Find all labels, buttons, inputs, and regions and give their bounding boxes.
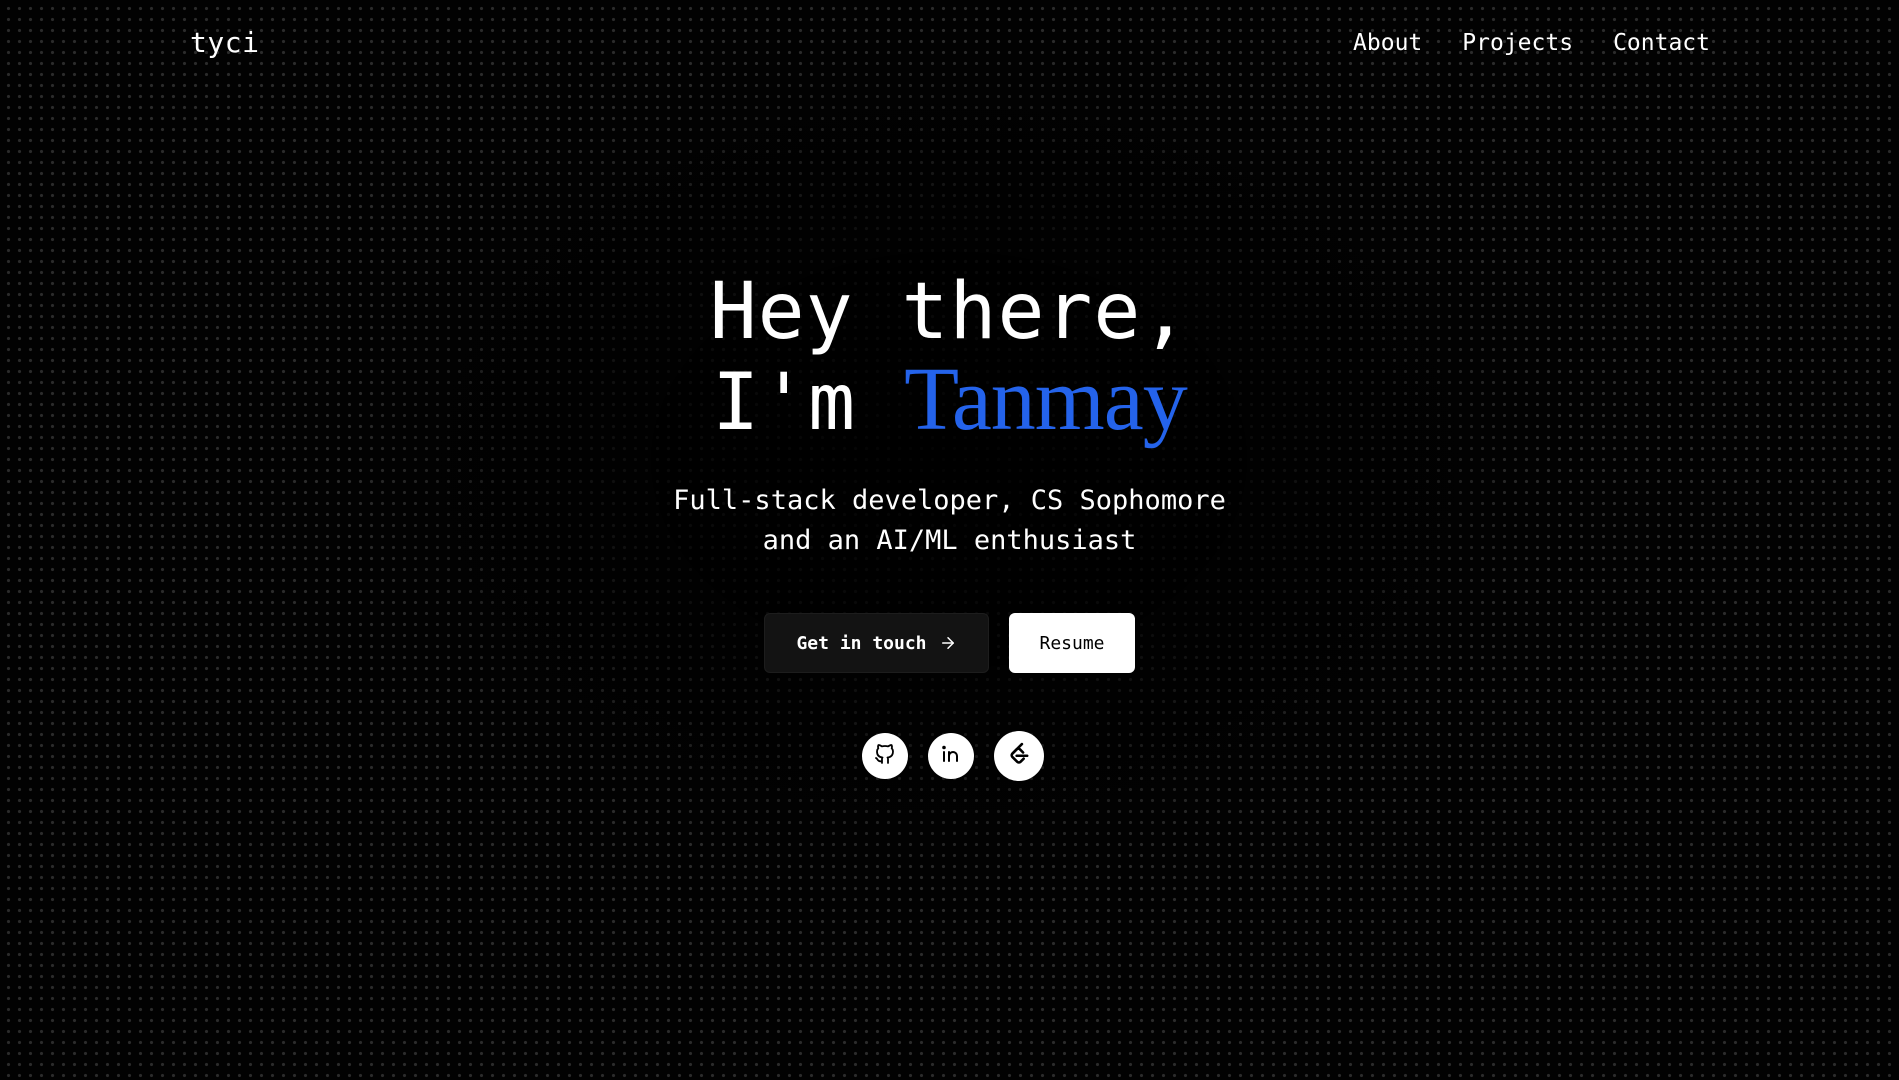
- leetcode-icon: [1005, 740, 1033, 772]
- hero-headline: Hey there, I'm Tanmay: [0, 268, 1899, 447]
- linkedin-link[interactable]: [927, 733, 974, 779]
- github-link[interactable]: [861, 733, 908, 779]
- social-links: [0, 731, 1899, 781]
- get-in-touch-label: Get in touch: [796, 632, 927, 654]
- hero-subtitle-line-2: and an AI/ML enthusiast: [762, 525, 1137, 556]
- resume-button[interactable]: Resume: [1009, 613, 1135, 673]
- page: tyci About Projects Contact Hey there, I…: [0, 0, 1899, 1080]
- arrow-right-icon: [939, 634, 957, 652]
- linkedin-icon: [939, 742, 963, 770]
- hero-section: Hey there, I'm Tanmay Full-stack develop…: [0, 268, 1899, 781]
- hero-intro-line: I'm Tanmay: [0, 355, 1899, 448]
- site-logo[interactable]: tyci: [190, 26, 259, 59]
- hero-subtitle-line-1: Full-stack developer, CS Sophomore: [673, 485, 1226, 516]
- hero-greeting: Hey there,: [709, 267, 1190, 357]
- nav-link-contact[interactable]: Contact: [1613, 30, 1710, 56]
- nav-link-about[interactable]: About: [1353, 30, 1422, 56]
- nav-link-projects[interactable]: Projects: [1462, 30, 1573, 56]
- leetcode-link[interactable]: [993, 731, 1044, 781]
- get-in-touch-button[interactable]: Get in touch: [764, 613, 989, 673]
- hero-subtitle: Full-stack developer, CS Sophomore and a…: [0, 481, 1899, 561]
- hero-greeting-prefix: I'm: [712, 358, 857, 448]
- nav-links: About Projects Contact: [1353, 30, 1710, 56]
- hero-name: Tanmay: [904, 350, 1188, 449]
- github-icon: [873, 742, 897, 770]
- top-nav: tyci About Projects Contact: [0, 0, 1899, 90]
- hero-actions: Get in touch Resume: [0, 613, 1899, 673]
